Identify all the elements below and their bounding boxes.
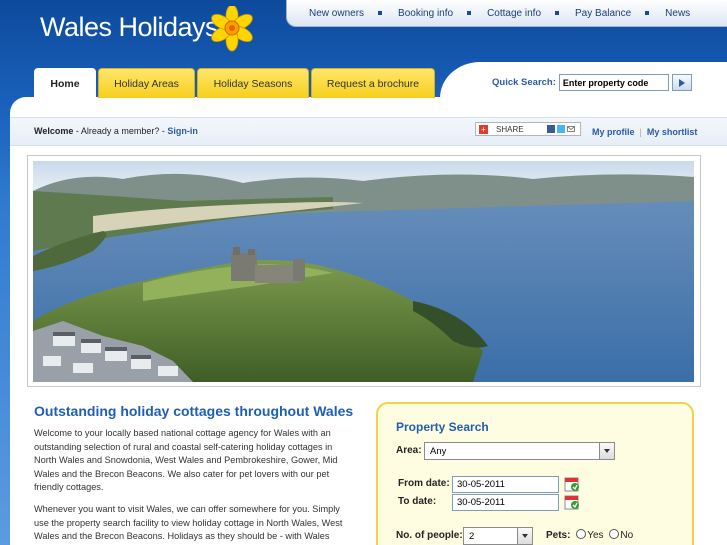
nav-news[interactable]: News [665,8,690,19]
to-date-input[interactable] [452,494,559,511]
nav-bullet [555,11,560,15]
welcome-prefix: Welcome [34,126,74,136]
to-date-label: To date: [398,496,437,507]
tab-holiday-areas[interactable]: Holiday Areas [98,68,195,98]
quick-search-go-button[interactable] [671,74,692,91]
welcome-text: Welcome - Already a member? - Sign-in [34,126,198,136]
top-navigation: New owners Booking info Cottage info Pay… [286,0,727,27]
welcome-member-text: - Already a member? - [73,126,168,136]
welcome-bar: Welcome - Already a member? - Sign-in + … [10,117,727,146]
share-label: SHARE [496,124,524,134]
main-tabs: Home Holiday Areas Holiday Seasons Reque… [34,68,437,99]
area-label: Area: [396,445,422,456]
people-label: No. of people: [396,530,463,541]
calendar-icon[interactable] [564,494,580,510]
nav-bullet [378,11,383,15]
page-headline: Outstanding holiday cottages throughout … [34,403,354,419]
share-button[interactable]: + SHARE [475,122,581,136]
my-shortlist-link[interactable]: My shortlist [647,127,698,137]
pets-label: Pets: [546,530,571,541]
quick-search: Quick Search: [492,74,692,91]
arrow-right-icon [678,78,685,87]
facebook-icon [546,125,555,133]
pets-options: Pets: Yes No [546,529,633,541]
email-icon [566,126,575,132]
my-profile-link[interactable]: My profile [592,127,635,137]
pets-yes-radio[interactable] [576,529,587,539]
visit-paragraph: Whenever you want to visit Wales, we can… [34,504,343,542]
tab-holiday-seasons[interactable]: Holiday Seasons [197,68,309,98]
chevron-down-icon [599,443,614,459]
chevron-down-icon [517,528,532,544]
people-select[interactable]: 2 [463,527,533,545]
from-date-label: From date: [398,478,450,489]
nav-booking-info[interactable]: Booking info [398,8,453,19]
intro-paragraph: Welcome to your locally based national c… [34,428,338,493]
nav-bullet [467,11,472,15]
tab-home[interactable]: Home [34,68,96,99]
quick-search-label: Quick Search: [492,77,556,88]
from-date-input[interactable] [452,476,559,493]
site-logo[interactable]: Wales Holidays [40,12,219,43]
tab-request-brochure[interactable]: Request a brochure [311,68,435,98]
nav-pay-balance[interactable]: Pay Balance [575,8,631,19]
quick-search-input[interactable] [558,74,669,91]
pets-yes-label: Yes [587,530,604,541]
twitter-icon [556,125,565,133]
nav-new-owners[interactable]: New owners [309,8,364,19]
area-select[interactable]: Any [424,442,615,460]
nav-cottage-info[interactable]: Cottage info [487,8,541,19]
nav-bullet [645,11,650,15]
signin-link[interactable]: Sign-in [167,126,198,136]
people-select-value: 2 [469,530,475,542]
pets-no-radio[interactable] [609,529,620,539]
plus-icon: + [479,124,488,134]
hero-castle-coast-image [33,161,694,382]
area-select-value: Any [430,445,447,457]
link-divider: | [639,127,642,137]
daffodil-logo-icon [211,6,253,52]
property-search-title: Property Search [396,420,489,434]
account-links: My profile | My shortlist [592,127,697,137]
pets-no-label: No [620,530,634,541]
calendar-icon[interactable] [564,476,580,492]
